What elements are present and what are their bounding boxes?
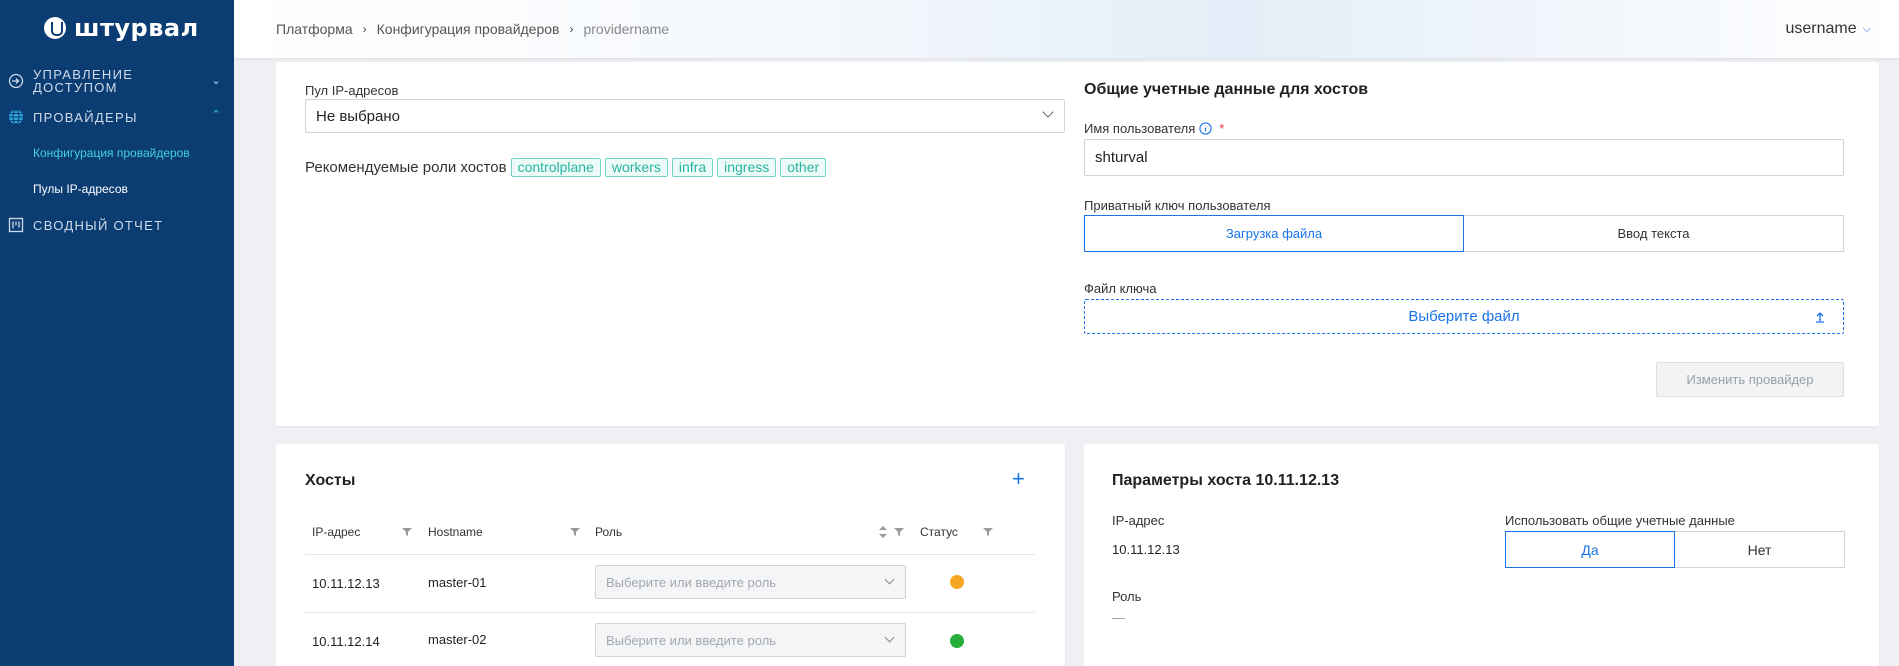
private-key-label: Приватный ключ пользователя bbox=[1084, 198, 1271, 213]
breadcrumb-item[interactable]: Конфигурация провайдеров bbox=[377, 21, 560, 37]
top-header: Платформа › Конфигурация провайдеров › p… bbox=[234, 0, 1899, 58]
chevron-down-icon bbox=[884, 632, 895, 643]
chevron-down-icon bbox=[884, 574, 895, 585]
login-icon bbox=[8, 73, 24, 89]
sort-icon[interactable] bbox=[879, 526, 887, 538]
role-placeholder: Выберите или введите роль bbox=[606, 574, 777, 590]
sidebar-item-label: Управление доступом bbox=[33, 67, 134, 95]
key-file-button-label: Выберите файл bbox=[1408, 308, 1520, 325]
shared-creds-yes-button[interactable]: Да bbox=[1505, 531, 1675, 568]
breadcrumb-separator-icon: › bbox=[362, 22, 367, 36]
globe-icon bbox=[9, 109, 23, 125]
column-header-status: Статус bbox=[920, 525, 958, 539]
add-host-button[interactable]: + bbox=[1012, 466, 1025, 492]
filter-icon[interactable] bbox=[894, 528, 904, 536]
sidebar-item-label: Провайдеры bbox=[33, 110, 138, 125]
breadcrumb-current: providername bbox=[583, 21, 670, 37]
role-placeholder: Выберите или введите роль bbox=[606, 632, 777, 648]
ip-pool-label: Пул IP-адресов bbox=[305, 83, 399, 98]
filter-icon[interactable] bbox=[402, 528, 412, 536]
role-tag: controlplane bbox=[510, 158, 601, 177]
key-mode-file-button[interactable]: Загрузка файла bbox=[1084, 215, 1464, 252]
role-tag: workers bbox=[604, 158, 668, 177]
column-header-ip: IP-адрес bbox=[312, 525, 361, 539]
required-mark: * bbox=[1219, 121, 1225, 136]
breadcrumb: Платформа › Конфигурация провайдеров › p… bbox=[276, 21, 669, 37]
ip-pool-value: Не выбрано bbox=[316, 107, 400, 125]
info-icon[interactable] bbox=[1199, 122, 1212, 135]
filter-icon[interactable] bbox=[983, 528, 993, 536]
role-tag: infra bbox=[671, 158, 714, 177]
hosts-title: Хосты bbox=[305, 472, 356, 489]
sidebar: штурвал Управление доступом ⌄ Провайдеры… bbox=[0, 0, 234, 666]
host-hostname: master-01 bbox=[428, 575, 487, 590]
private-key-mode-switch: Загрузка файла Ввод текста bbox=[1084, 215, 1844, 252]
filter-icon[interactable] bbox=[570, 528, 580, 536]
chevron-down-icon bbox=[1042, 106, 1054, 118]
key-mode-text-button[interactable]: Ввод текста bbox=[1464, 215, 1844, 252]
ip-pool-select[interactable]: Не выбрано bbox=[305, 99, 1065, 133]
status-ok-icon bbox=[950, 634, 964, 648]
breadcrumb-separator-icon: › bbox=[569, 22, 574, 36]
chevron-down-icon: ⌵ bbox=[1862, 22, 1871, 35]
status-warning-icon bbox=[950, 575, 964, 589]
update-provider-button[interactable]: Изменить провайдер bbox=[1656, 362, 1844, 397]
username-input[interactable]: shturval bbox=[1084, 139, 1844, 176]
host-ip: 10.11.12.14 bbox=[312, 634, 380, 649]
sidebar-item-report[interactable]: Сводный отчет bbox=[0, 216, 234, 234]
host-ip: 10.11.12.13 bbox=[312, 576, 380, 591]
sidebar-subitem-provider-config[interactable]: Конфигурация провайдеров bbox=[33, 146, 190, 160]
sidebar-subitem-ip-pools[interactable]: Пулы IP-адресов bbox=[33, 182, 128, 196]
host-role-value: — bbox=[1112, 610, 1125, 625]
key-file-label: Файл ключа bbox=[1084, 281, 1157, 296]
host-role-label: Роль bbox=[1112, 589, 1142, 604]
chevron-up-icon: ⌃ bbox=[211, 109, 222, 121]
upload-icon bbox=[1816, 312, 1824, 323]
host-role-select[interactable]: Выберите или введите роль bbox=[595, 623, 906, 657]
column-header-role: Роль bbox=[595, 525, 623, 539]
shared-creds-no-button[interactable]: Нет bbox=[1675, 531, 1845, 568]
sidebar-item-access[interactable]: Управление доступом ⌄ bbox=[0, 68, 234, 94]
host-params-title: Параметры хоста 10.11.12.13 bbox=[1112, 472, 1340, 489]
column-header-hostname: Hostname bbox=[428, 525, 483, 539]
table-divider bbox=[305, 554, 1035, 555]
username-label-row: Имя пользователя * bbox=[1084, 121, 1224, 136]
provider-form-card: Пул IP-адресов Не выбрано Рекомендуемые … bbox=[276, 62, 1879, 426]
host-ip-value: 10.11.12.13 bbox=[1112, 542, 1180, 557]
sidebar-item-providers[interactable]: Провайдеры ⌃ bbox=[0, 108, 234, 126]
breadcrumb-item[interactable]: Платформа bbox=[276, 21, 353, 37]
host-ip-label: IP-адрес bbox=[1112, 513, 1165, 528]
hosts-card: Хосты + IP-адрес Hostname Роль Статус 10… bbox=[276, 444, 1065, 666]
sidebar-item-label: Сводный отчет bbox=[33, 218, 164, 233]
host-role-select[interactable]: Выберите или введите роль bbox=[595, 565, 906, 599]
logo[interactable]: штурвал bbox=[44, 14, 199, 42]
credentials-title: Общие учетные данные для хостов bbox=[1084, 81, 1369, 98]
recommended-roles: Рекомендуемые роли хостов controlplane w… bbox=[305, 158, 830, 177]
username: username bbox=[1785, 20, 1857, 37]
username-label: Имя пользователя bbox=[1084, 121, 1196, 136]
table-divider bbox=[305, 612, 1035, 613]
roles-label: Рекомендуемые роли хостов bbox=[305, 159, 507, 176]
role-tag: ingress bbox=[717, 158, 777, 177]
host-hostname: master-02 bbox=[428, 632, 487, 647]
chevron-down-icon: ⌄ bbox=[211, 75, 222, 87]
report-icon bbox=[8, 217, 24, 233]
role-tag: other bbox=[780, 158, 827, 177]
logo-text: штурвал bbox=[74, 14, 199, 42]
host-params-card: Параметры хоста 10.11.12.13 IP-адрес 10.… bbox=[1084, 444, 1879, 666]
key-file-upload[interactable]: Выберите файл bbox=[1084, 299, 1844, 334]
user-menu[interactable]: username ⌵ bbox=[1786, 20, 1872, 38]
shared-creds-switch: Да Нет bbox=[1505, 531, 1845, 568]
shared-creds-label: Использовать общие учетные данные bbox=[1505, 513, 1735, 528]
logo-mark-icon bbox=[44, 17, 66, 39]
